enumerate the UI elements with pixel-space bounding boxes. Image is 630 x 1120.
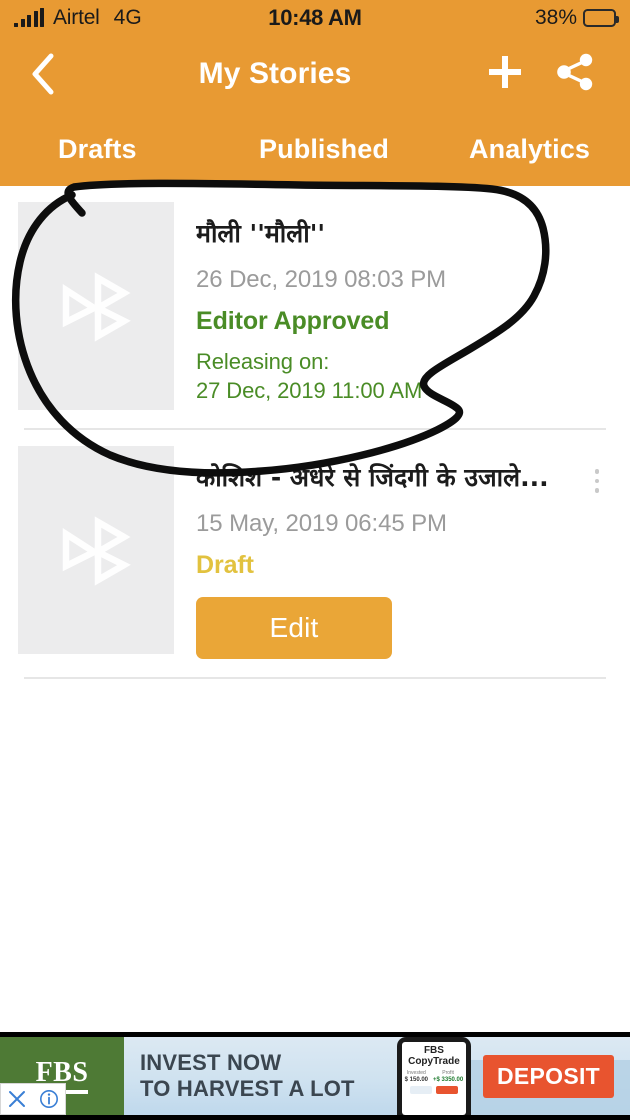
phone-screen: FBS CopyTrade Invested $ 150.00 Profit +… (401, 1042, 466, 1115)
status-bar: Airtel 4G 10:48 AM 38% (0, 0, 630, 36)
carrier-name: Airtel (53, 6, 100, 29)
phone-stat-invested: Invested $ 150.00 (404, 1070, 429, 1083)
phone-stat-profit: Profit +$ 3350.00 (433, 1070, 464, 1083)
ad-banner[interactable]: FBS INVEST NOW TO HARVEST A LOT FBS Copy… (0, 1037, 630, 1115)
story-details: कोशिश - अंधेरे से जिंदगी के उजाले... 15 … (174, 446, 610, 659)
network-type: 4G (113, 6, 142, 29)
list-divider (24, 677, 606, 679)
ad-phone-mockup: FBS CopyTrade Invested $ 150.00 Profit +… (391, 1037, 477, 1115)
story-date: 26 Dec, 2019 08:03 PM (196, 266, 447, 293)
phone-button-secondary (409, 1086, 432, 1095)
navigation-bar: My Stories (0, 36, 630, 112)
phone-buttons (409, 1086, 458, 1095)
battery-icon (583, 9, 619, 27)
release-date: 27 Dec, 2019 11:00 AM (196, 378, 423, 404)
ad-headline-line2: TO HARVEST A LOT (140, 1076, 355, 1101)
phone-stat-profit-label: Profit (442, 1070, 454, 1076)
battery-percentage: 38% (534, 6, 577, 29)
matrubharti-logo-icon (54, 264, 138, 348)
plus-icon (484, 51, 526, 98)
story-list-item[interactable]: मौली ''मौली'' 26 Dec, 2019 08:03 PM Edit… (0, 186, 630, 410)
story-list: मौली ''मौली'' 26 Dec, 2019 08:03 PM Edit… (0, 186, 630, 1058)
app-screen: Airtel 4G 10:48 AM 38% My Stories Drafts… (0, 0, 630, 1120)
kebab-menu-icon[interactable] (584, 466, 610, 496)
status-bar-right: 38% (534, 6, 619, 30)
tab-published[interactable]: Published (235, 134, 412, 165)
phone-title-line2: CopyTrade (408, 1055, 460, 1067)
tab-analytics[interactable]: Analytics (413, 134, 630, 165)
ad-cta-area: DEPOSIT (482, 1037, 630, 1115)
ad-controls (0, 1083, 66, 1115)
matrubharti-logo-icon (54, 508, 138, 592)
story-thumbnail (18, 446, 174, 654)
page-title: My Stories (198, 57, 352, 90)
story-details: मौली ''मौली'' 26 Dec, 2019 08:03 PM Edit… (174, 202, 610, 410)
close-x-icon[interactable] (7, 1089, 27, 1109)
signal-bars-icon (14, 7, 44, 27)
ad-banner-container: FBS INVEST NOW TO HARVEST A LOT FBS Copy… (0, 1032, 630, 1120)
phone-stat-profit-value: +$ 3350.00 (433, 1076, 464, 1083)
story-list-item[interactable]: कोशिश - अंधेरे से जिंदगी के उजाले... 15 … (0, 430, 630, 659)
phone-frame: FBS CopyTrade Invested $ 150.00 Profit +… (396, 1037, 471, 1115)
story-date: 15 May, 2019 06:45 PM (196, 510, 447, 537)
tab-drafts[interactable]: Drafts (0, 134, 235, 165)
edit-button[interactable]: Edit (196, 597, 392, 659)
phone-title-line1: FBS (423, 1045, 444, 1056)
phone-stat-invested-value: $ 150.00 (404, 1076, 429, 1083)
add-story-button[interactable] (474, 36, 536, 112)
phone-stats: Invested $ 150.00 Profit +$ 3350.00 (404, 1070, 464, 1083)
back-button[interactable] (0, 36, 86, 112)
release-info: Releasing on: 27 Dec, 2019 11:00 AM (196, 347, 610, 405)
ad-headline-line1: INVEST NOW (140, 1050, 282, 1076)
status-bar-left: Airtel 4G (14, 6, 142, 30)
story-thumbnail (18, 202, 174, 410)
status-badge-approved: Editor Approved (196, 307, 390, 335)
story-title-row: कोशिश - अंधेरे से जिंदगी के उजाले... (196, 462, 610, 496)
phone-button-primary (435, 1086, 458, 1095)
share-button[interactable] (544, 36, 606, 112)
tab-bar: Drafts Published Analytics (0, 112, 630, 186)
status-badge-draft: Draft (196, 551, 254, 579)
back-chevron-icon (30, 53, 56, 95)
story-title: मौली ''मौली'' (196, 219, 326, 248)
release-label: Releasing on: (196, 349, 330, 374)
ad-info-icon[interactable] (39, 1089, 59, 1109)
story-title-row: मौली ''मौली'' (196, 218, 610, 252)
navbar-actions (474, 36, 630, 112)
story-title: कोशिश - अंधेरे से जिंदगी के उजाले... (196, 463, 549, 492)
phone-stat-invested-label: Invested (406, 1070, 426, 1076)
share-icon (554, 51, 596, 98)
ad-headline: INVEST NOW TO HARVEST A LOT (124, 1037, 385, 1115)
ad-deposit-button[interactable]: DEPOSIT (482, 1054, 614, 1098)
